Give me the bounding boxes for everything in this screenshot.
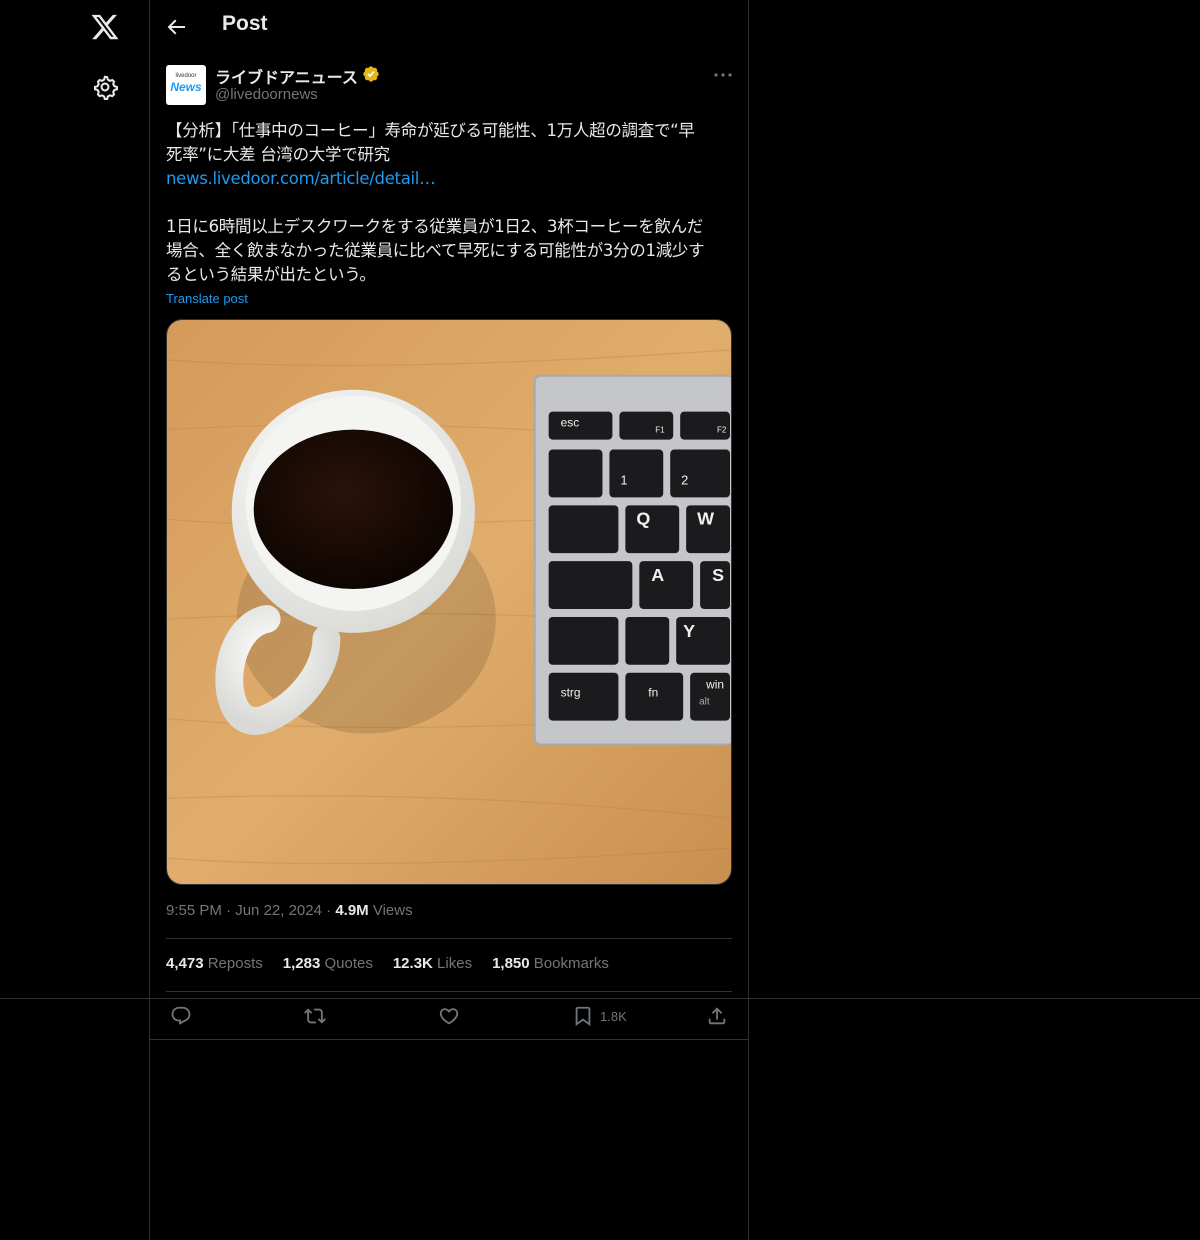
avatar[interactable]: livedoor News: [166, 65, 206, 105]
bookmark-count: 1.8K: [600, 1008, 627, 1024]
key-label: W: [697, 508, 714, 528]
key-label: S: [712, 565, 724, 585]
stat-likes[interactable]: 12.3K Likes: [393, 955, 472, 972]
engagement-stats: 4,473 Reposts 1,283 Quotes 12.3K Likes 1…: [166, 955, 609, 972]
gear-icon[interactable]: [92, 74, 118, 101]
post-date[interactable]: Jun 22, 2024: [235, 902, 322, 919]
share-button[interactable]: [706, 1004, 728, 1028]
key-label: fn: [648, 686, 658, 700]
post-text-line: 死率”に大差 台湾の大学で研究: [166, 145, 390, 164]
full-width-divider: [0, 998, 1200, 999]
post-text: 【分析】「仕事中のコーヒー」寿命が延びる可能性、1万人超の調査で“早 死率”に大…: [166, 119, 736, 287]
share-icon: [708, 1007, 726, 1025]
key-label: Y: [683, 621, 695, 641]
post-text-line: 場合、全く飲まなかった従業員に比べて早死にする可能性が3分の1減少す: [166, 241, 705, 260]
back-arrow-icon[interactable]: [164, 15, 188, 39]
verified-badge-icon: [362, 65, 380, 87]
right-column-divider: [748, 0, 749, 1240]
key-label: esc: [561, 416, 580, 430]
stat-reposts[interactable]: 4,473 Reposts: [166, 955, 263, 972]
views-count: 4.9M: [335, 902, 369, 919]
reply-icon: [171, 1006, 191, 1025]
bookmark-button[interactable]: 1.8K: [572, 1004, 627, 1028]
reply-button[interactable]: [170, 1004, 192, 1028]
key-label: Q: [636, 508, 650, 528]
bookmark-icon: [575, 1006, 591, 1027]
actions-bottom-divider: [150, 1039, 748, 1040]
x-logo-icon[interactable]: [90, 12, 120, 42]
stats-divider: [166, 991, 732, 992]
translate-post-link[interactable]: Translate post: [166, 291, 248, 306]
article-link[interactable]: news.livedoor.com/article/detail…: [166, 167, 736, 191]
post-text-line: 【分析】「仕事中のコーヒー」寿命が延びる可能性、1万人超の調査で“早: [166, 121, 695, 140]
key-label: 1: [620, 472, 627, 487]
author-name-row[interactable]: ライブドアニュース: [215, 64, 380, 88]
more-options-icon[interactable]: [711, 64, 735, 86]
key-label: win: [705, 678, 724, 692]
post-time[interactable]: 9:55 PM: [166, 902, 222, 919]
key-label: 2: [681, 472, 688, 487]
stat-quotes[interactable]: 1,283 Quotes: [283, 955, 373, 972]
repost-button[interactable]: [304, 1004, 326, 1028]
like-button[interactable]: [438, 1004, 460, 1028]
avatar-text-small: livedoor: [175, 73, 197, 79]
left-column-divider: [149, 0, 150, 1240]
post-meta: 9:55 PM · Jun 22, 2024 · 4.9M Views: [166, 902, 413, 919]
meta-divider: [166, 938, 732, 939]
avatar-text-big: News: [170, 80, 202, 94]
post-text-line: るという結果が出たという。: [166, 265, 376, 284]
key-label: A: [651, 565, 664, 585]
stat-bookmarks[interactable]: 1,850 Bookmarks: [492, 955, 609, 972]
key-label: F2: [717, 426, 727, 435]
views-label: Views: [372, 902, 413, 919]
post-text-line: 1日に6時間以上デスクワークをする従業員が1日2、3杯コーヒーを飲んだ: [166, 217, 703, 236]
key-label: alt: [699, 697, 710, 708]
key-label: F1: [655, 426, 665, 435]
author-handle[interactable]: @livedoornews: [215, 86, 318, 103]
page-title: Post: [222, 12, 268, 35]
post-image[interactable]: esc F1 F2 1 2 Q W A S Y strg fn win alt: [166, 319, 732, 885]
author-display-name[interactable]: ライブドアニュース: [215, 64, 358, 88]
heart-icon: [439, 1008, 459, 1025]
coffee-keyboard-illustration: esc F1 F2 1 2 Q W A S Y strg fn win alt: [167, 320, 731, 884]
repost-icon: [304, 1008, 326, 1024]
key-label: strg: [561, 686, 581, 700]
